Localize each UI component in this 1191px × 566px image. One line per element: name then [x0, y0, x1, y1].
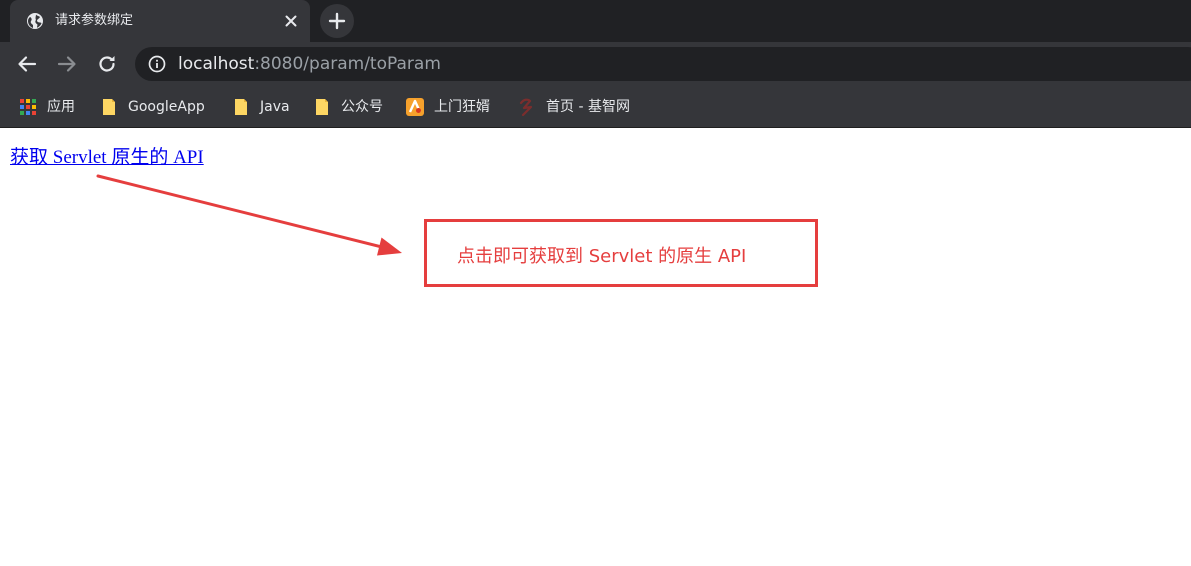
url-path: :8080/param/toParam: [254, 54, 441, 74]
folder-icon: [103, 99, 115, 115]
bookmarks-bar: 应用 GoogleApp Java 公众号 上门狂婿 首页 - 基智网: [0, 86, 1191, 128]
site-favicon-icon: [406, 98, 424, 116]
bookmark-java[interactable]: Java: [232, 95, 290, 119]
apps-grid-icon: [20, 99, 36, 115]
page-content: 获取 Servlet 原生的 API 点击即可获取到 Servlet 的原生 A…: [0, 129, 1191, 566]
bookmark-label: 上门狂婿: [434, 99, 490, 115]
folder-icon: [235, 99, 247, 115]
plus-icon: [328, 12, 346, 30]
new-tab-button[interactable]: [320, 4, 354, 38]
annotation-callout-text: 点击即可获取到 Servlet 的原生 API: [457, 246, 747, 267]
reload-icon[interactable]: [96, 53, 118, 75]
address-bar[interactable]: localhost:8080/param/toParam: [135, 47, 1191, 81]
annotation-arrow: [96, 174, 402, 256]
bookmark-label: Java: [260, 99, 290, 115]
browser-tab[interactable]: 请求参数绑定: [10, 0, 310, 42]
url-text[interactable]: localhost:8080/param/toParam: [178, 54, 441, 74]
tab-strip: 请求参数绑定: [0, 0, 1191, 42]
back-arrow-icon[interactable]: [16, 53, 38, 75]
browser-toolbar: localhost:8080/param/toParam: [0, 42, 1191, 86]
annotation-callout-box: 点击即可获取到 Servlet 的原生 API: [424, 219, 818, 287]
globe-icon: [27, 13, 43, 29]
bookmark-label: GoogleApp: [128, 99, 205, 115]
bookmark-label: 首页 - 基智网: [546, 99, 630, 115]
tab-title: 请求参数绑定: [55, 13, 134, 28]
site-favicon-icon: [519, 98, 533, 116]
bookmark-jizhiwang[interactable]: 首页 - 基智网: [518, 95, 630, 119]
bookmark-label: 应用: [47, 99, 75, 115]
bookmark-googleapp[interactable]: GoogleApp: [100, 95, 205, 119]
bookmark-apps[interactable]: 应用: [19, 95, 75, 119]
bookmark-shangmen[interactable]: 上门狂婿: [406, 95, 490, 119]
info-icon[interactable]: [148, 55, 166, 73]
forward-arrow-icon[interactable]: [56, 53, 78, 75]
bookmark-label: 公众号: [341, 99, 383, 115]
folder-icon: [316, 99, 328, 115]
url-host: localhost: [178, 54, 255, 74]
bookmark-gongzhonghao[interactable]: 公众号: [313, 95, 383, 119]
close-icon[interactable]: [282, 12, 300, 30]
